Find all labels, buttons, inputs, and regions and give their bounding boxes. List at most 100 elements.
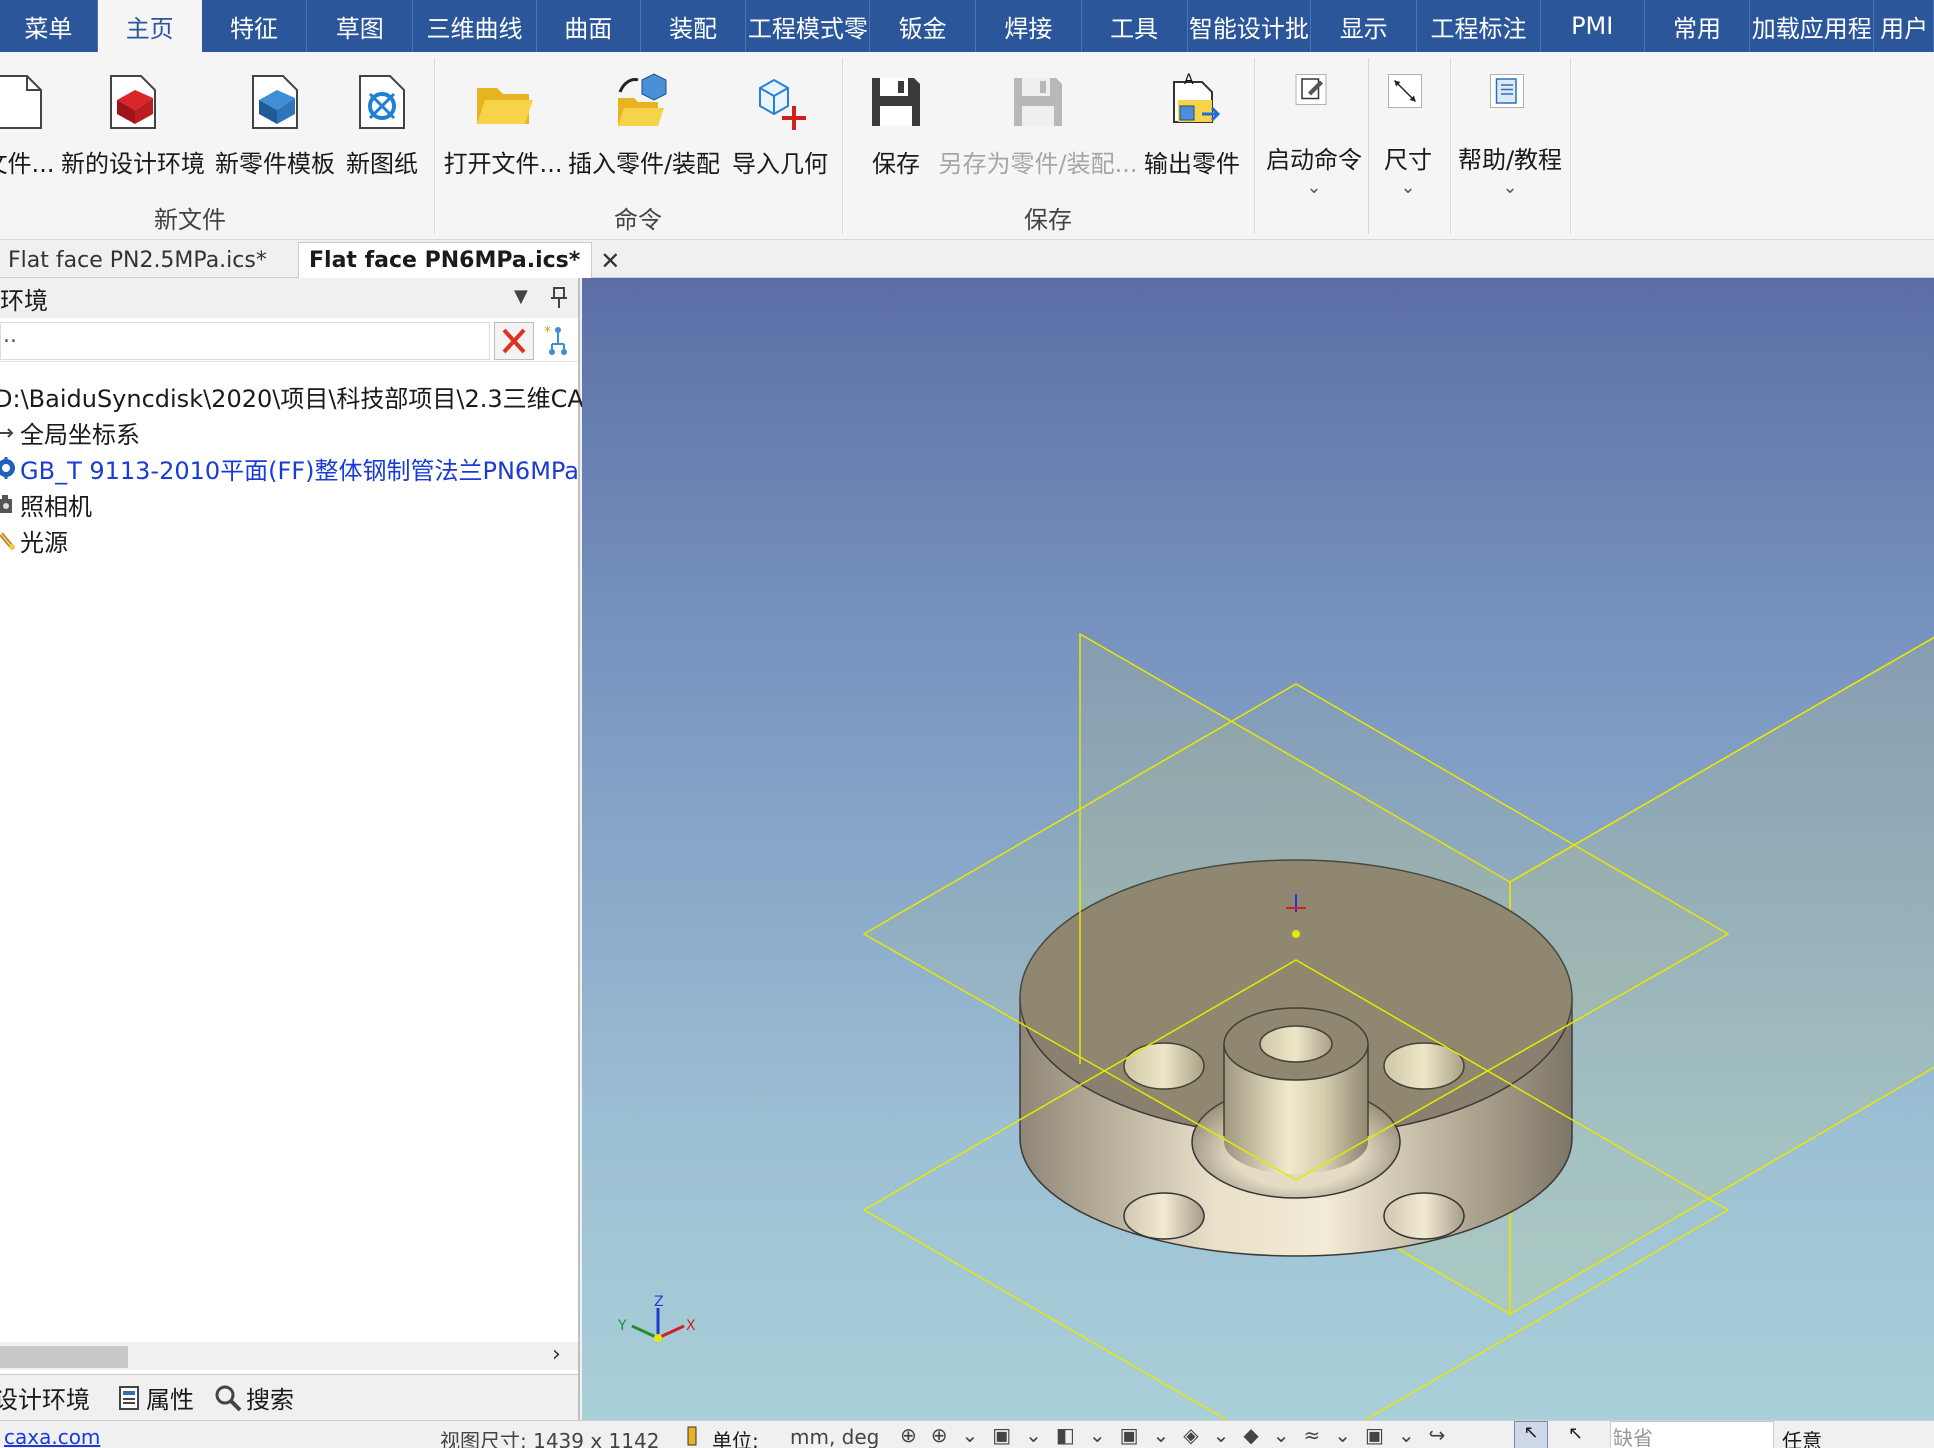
tab-feature[interactable]: 特征	[202, 0, 308, 52]
select-mode-dropdown[interactable]: 缺省	[1610, 1421, 1774, 1448]
new-part-template-button[interactable]: 新零件模板	[214, 66, 336, 216]
svg-text:X: X	[686, 1318, 696, 1334]
import-geometry-button[interactable]: 导入几何	[728, 66, 832, 216]
filter-dropdown[interactable]: 任意	[1782, 1425, 1822, 1448]
tab-properties[interactable]: 属性	[146, 1380, 194, 1415]
new-drawing-icon	[359, 75, 405, 129]
tab-home[interactable]: 主页	[97, 0, 202, 52]
tree-item-camera[interactable]: 照相机	[0, 486, 92, 522]
svg-text:Y: Y	[617, 1318, 627, 1334]
tab-3d-curve[interactable]: 三维曲线	[413, 0, 537, 52]
group-label-save: 保存	[1024, 206, 1072, 234]
view-toolbar-icons[interactable]: ⊕⊕⌄▣⌄◧⌄▣⌄◈⌄◆⌄≈⌄▣⌄↪	[900, 1423, 1459, 1447]
dimension-button[interactable]: 尺寸 ⌄	[1376, 66, 1440, 216]
tab-pmi[interactable]: PMI	[1541, 0, 1645, 52]
group-label-new-file: 新文件	[154, 206, 226, 234]
export-part-button[interactable]: A 输出零件	[1142, 66, 1242, 216]
save-disk-icon	[872, 78, 920, 126]
help-book-icon	[1490, 74, 1524, 108]
part-gear-icon	[0, 457, 15, 479]
close-icon[interactable]: ✕	[600, 247, 620, 275]
tab-assembly[interactable]: 装配	[641, 0, 747, 52]
tree-item-global-coords[interactable]: 全局坐标系	[0, 414, 140, 450]
tab-load-apps[interactable]: 加载应用程	[1750, 0, 1875, 52]
scrollbar-thumb[interactable]	[0, 1346, 128, 1368]
tree-item-flange-part[interactable]: GB_T 9113-2010平面(FF)整体钢制管法兰PN6MPa	[0, 450, 579, 486]
camera-icon	[0, 495, 12, 513]
doc-tab-label: Flat face PN6MPa.ics*	[309, 248, 581, 273]
save-as-disk-icon	[1014, 78, 1062, 126]
doc-tab-pn25[interactable]: Flat face PN2.5MPa.ics*	[8, 242, 267, 278]
tree-item-light[interactable]: 光源	[0, 522, 68, 558]
new-file-button[interactable]: 文件...	[0, 66, 54, 216]
panel-title: 环境	[0, 286, 48, 315]
chevron-down-icon: ⌄	[1400, 177, 1416, 198]
tab-design-env[interactable]: 设计环境	[0, 1380, 90, 1415]
scroll-right-icon[interactable]: ›	[552, 1342, 561, 1367]
tab-surface[interactable]: 曲面	[537, 0, 641, 52]
insert-part-button[interactable]: 插入零件/装配	[566, 66, 722, 216]
flange-model[interactable]: Z X Y	[582, 278, 1934, 1420]
group-separator	[842, 58, 843, 234]
group-label-command: 命令	[614, 206, 662, 234]
design-tree-panel: 环境 ▼ .. * D:\BaiduSyncdisk\2020\项目\科技部项目…	[0, 278, 602, 1420]
group-separator	[1450, 58, 1451, 234]
chevron-down-icon: ⌄	[1306, 177, 1322, 198]
new-part-template-icon	[252, 75, 298, 129]
tree-options-icon[interactable]: *	[542, 324, 574, 358]
tab-common[interactable]: 常用	[1645, 0, 1751, 52]
tab-engineering-mode[interactable]: 工程模式零	[746, 0, 871, 52]
save-button[interactable]: 保存	[858, 66, 934, 216]
panel-header: 环境 ▼	[0, 278, 578, 318]
axis-triad: Z X Y	[617, 1294, 696, 1342]
launch-command-button[interactable]: 启动命令 ⌄	[1264, 66, 1364, 216]
open-folder-icon	[477, 88, 533, 124]
import-geometry-icon	[759, 78, 806, 130]
website-link[interactable]: caxa.com	[4, 1425, 100, 1448]
open-file-button[interactable]: 打开文件...	[444, 66, 562, 216]
3d-viewport[interactable]: Z X Y	[582, 278, 1934, 1420]
pointer-alt-icon[interactable]: ↖	[1568, 1423, 1583, 1444]
search-icon	[215, 1385, 242, 1411]
filter-input[interactable]: ..	[0, 322, 490, 360]
tab-menu[interactable]: 菜单	[0, 0, 98, 52]
status-bar: caxa.com 视图尺寸: 1439 x 1142 单位: mm, deg ⊕…	[0, 1420, 1934, 1448]
horizontal-scrollbar[interactable]: ›	[0, 1342, 578, 1370]
new-drawing-button[interactable]: 新图纸	[342, 66, 422, 216]
new-design-env-button[interactable]: 新的设计环境	[58, 66, 208, 216]
chevron-down-icon: ⌄	[1502, 177, 1518, 198]
tab-sheet-metal[interactable]: 钣金	[870, 0, 976, 52]
tab-user[interactable]: 用户	[1874, 0, 1934, 52]
view-size-readout: 视图尺寸: 1439 x 1142	[440, 1429, 660, 1448]
properties-icon	[119, 1385, 139, 1410]
tab-annotation[interactable]: 工程标注	[1417, 0, 1541, 52]
clear-filter-icon[interactable]	[494, 322, 534, 360]
tab-search[interactable]: 搜索	[246, 1380, 294, 1415]
ribbon: 文件... 新的设计环境 新零件模板 新图纸 新文件 打开文件... 插入零件/…	[0, 52, 1934, 240]
group-separator	[1368, 58, 1369, 234]
new-design-env-icon	[110, 75, 156, 129]
filter-row: .. *	[0, 320, 578, 362]
save-as-button[interactable]: 另存为零件/装配...	[939, 66, 1138, 216]
tree-item-path[interactable]: D:\BaiduSyncdisk\2020\项目\科技部项目\2.3三维CAD	[0, 378, 602, 414]
units-label: 单位:	[712, 1429, 759, 1448]
panel-bottom-tabs: 设计环境 属性 搜索	[0, 1374, 578, 1420]
group-separator	[1254, 58, 1255, 234]
pointer-icon[interactable]: ↖	[1514, 1421, 1548, 1448]
tab-sketch[interactable]: 草图	[307, 0, 414, 52]
tab-smart-design[interactable]: 智能设计批	[1188, 0, 1312, 52]
tab-welding[interactable]: 焊接	[976, 0, 1082, 52]
menu-tab-bar: 菜单 主页 特征 草图 三维曲线 曲面 装配 工程模式零 钣金 焊接 工具 智能…	[0, 0, 1934, 52]
tab-tools[interactable]: 工具	[1082, 0, 1188, 52]
group-separator	[1570, 58, 1571, 234]
help-tutorial-button[interactable]: 帮助/教程 ⌄	[1456, 66, 1564, 216]
doc-tab-pn6[interactable]: Flat face PN6MPa.ics* ✕	[298, 242, 620, 278]
group-separator	[434, 58, 435, 234]
new-file-icon	[0, 75, 42, 129]
tab-display[interactable]: 显示	[1311, 0, 1418, 52]
dimension-icon	[1388, 74, 1422, 108]
dropdown-arrow-icon[interactable]: ▼	[514, 286, 528, 307]
svg-text:*: *	[544, 324, 551, 340]
units-value[interactable]: mm, deg	[790, 1425, 879, 1448]
pin-icon[interactable]	[550, 286, 568, 310]
